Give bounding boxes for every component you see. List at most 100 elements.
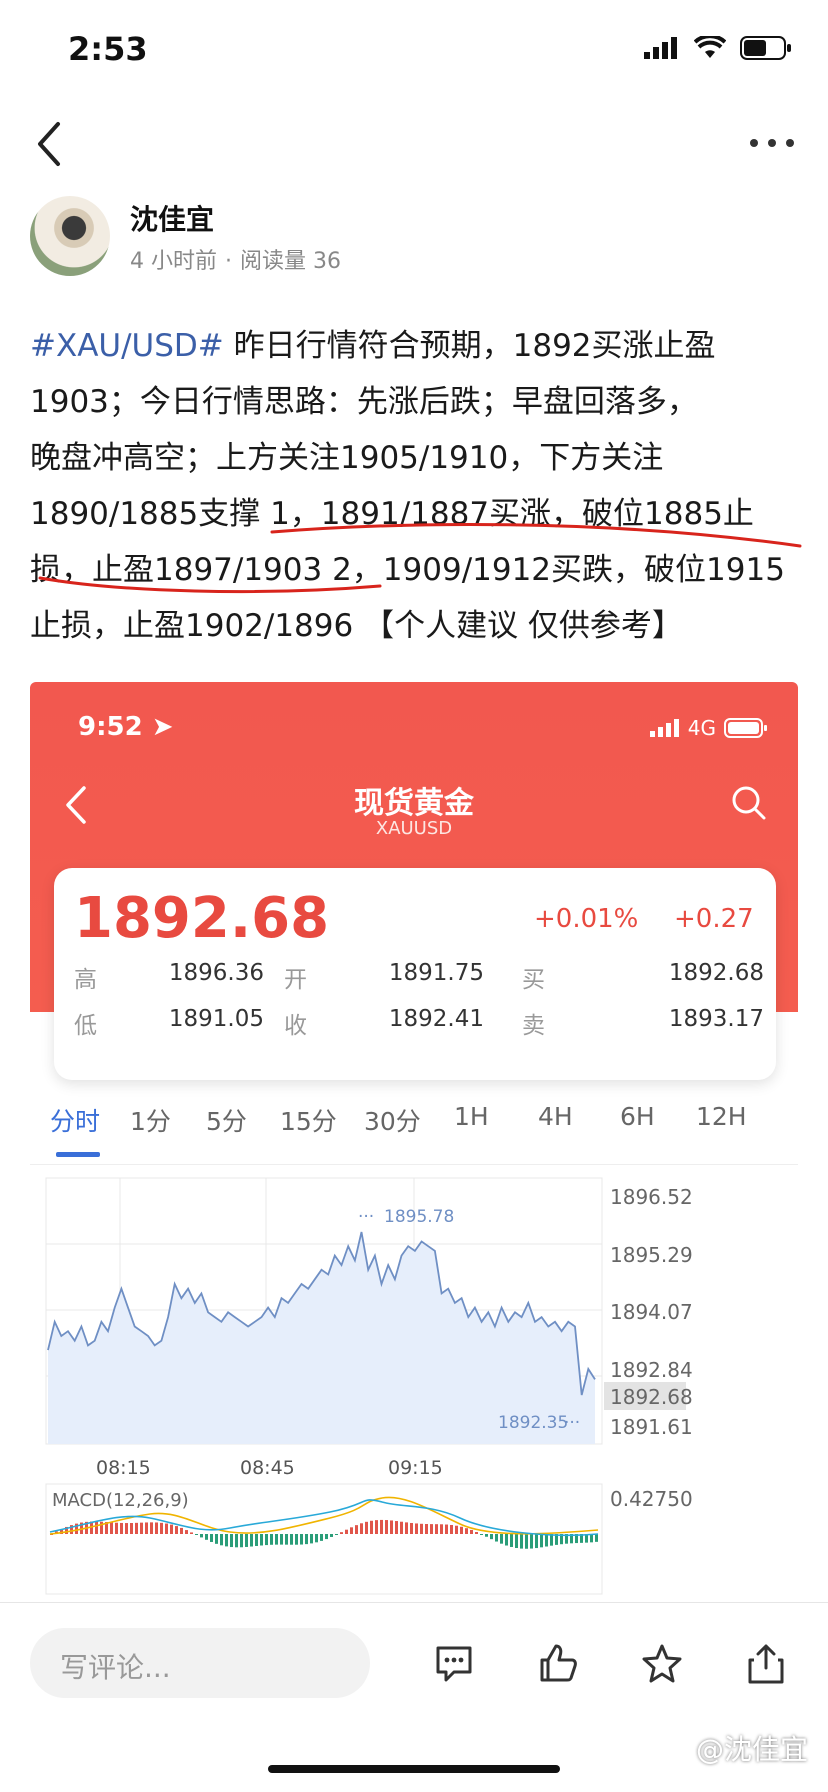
tab-6h[interactable]: 6H (620, 1102, 655, 1131)
macd-bar (95, 1521, 98, 1534)
macd-bar (475, 1532, 478, 1534)
tab-5min[interactable]: 5分 (206, 1102, 247, 1138)
macd-bar (270, 1534, 273, 1545)
macd-bar (350, 1527, 353, 1534)
macd-bar (465, 1528, 468, 1534)
instrument-symbol: XAUUSD (375, 818, 453, 839)
macd-bar (165, 1523, 168, 1534)
y-tick: 1896.52 (610, 1185, 693, 1209)
macd-bar (285, 1534, 288, 1545)
meta-separator: · (225, 249, 232, 274)
timeframe-tabs: 分时 1分 5分 15分 30分 1H 4H 6H 12H (30, 1102, 798, 1165)
macd-bar (195, 1534, 198, 1535)
x-tick: 09:15 (388, 1457, 443, 1479)
open-label: 开 (284, 967, 307, 993)
close-value: 1892.41 (388, 1006, 484, 1032)
battery-icon (740, 36, 791, 60)
share-icon[interactable] (744, 1642, 788, 1686)
back-icon[interactable] (30, 118, 70, 170)
y-tick: 1892.84 (610, 1358, 693, 1382)
macd-bar (460, 1526, 463, 1534)
status-icons (644, 36, 792, 60)
macd-bar (120, 1522, 123, 1534)
macd-bar (415, 1523, 418, 1534)
tab-30min[interactable]: 30分 (364, 1102, 421, 1138)
read-count: 阅读量 36 (240, 249, 341, 274)
macd-bar (240, 1534, 243, 1548)
tab-1min[interactable]: 1分 (130, 1102, 171, 1138)
x-tick: 08:15 (96, 1457, 151, 1479)
macd-bar (510, 1534, 513, 1547)
tab-15min[interactable]: 15分 (280, 1102, 337, 1138)
macd-bar (405, 1522, 408, 1534)
macd-bar (495, 1534, 498, 1542)
high-label: 高 (74, 967, 97, 993)
shot-status-icons: 4G (649, 716, 768, 740)
macd-bar (325, 1534, 328, 1540)
like-icon[interactable] (536, 1642, 580, 1686)
macd-bar (255, 1534, 258, 1546)
comment-icon[interactable] (432, 1642, 476, 1686)
price-chart[interactable]: 1896.52 1895.29 1894.07 1892.84 1891.61 … (30, 1162, 798, 1600)
macd-bar (540, 1534, 543, 1548)
macd-bar (450, 1524, 453, 1534)
macd-bar (545, 1534, 548, 1547)
tab-4h[interactable]: 4H (538, 1102, 573, 1131)
macd-bar (400, 1521, 403, 1534)
hashtag-link[interactable]: #XAU/USD# (30, 328, 224, 364)
macd-bar (525, 1534, 528, 1549)
macd-bar (245, 1534, 248, 1547)
macd-bar (360, 1523, 363, 1534)
post-line: #XAU/USD# 昨日行情符合预期，1892买涨止盈 (30, 328, 716, 364)
x-tick: 08:45 (240, 1457, 295, 1479)
macd-bar (355, 1525, 358, 1534)
post-time: 4 小时前 (130, 249, 217, 274)
tab-12h[interactable]: 12H (696, 1102, 747, 1131)
author-name[interactable]: 沈佳宜 (130, 198, 214, 238)
macd-bar (395, 1521, 398, 1534)
macd-bar (175, 1526, 178, 1534)
macd-bar (300, 1534, 303, 1545)
post-line: 晚盘冲高空；上方关注1905/1910，下方关注 (30, 440, 664, 476)
more-icon[interactable] (746, 128, 798, 158)
close-label: 收 (284, 1013, 307, 1039)
macd-bar (185, 1530, 188, 1534)
macd-bar (190, 1532, 193, 1534)
macd-bar (170, 1524, 173, 1534)
macd-bar (130, 1523, 133, 1534)
macd-bar (470, 1529, 473, 1534)
macd-bar (385, 1520, 388, 1534)
macd-bar (180, 1527, 183, 1534)
bid-value: 1892.68 (668, 960, 764, 986)
quote-screenshot[interactable]: 9:52 ➤ 4G 现货黄金 XAUUSD 1892.68 +0.01% +0.… (30, 682, 798, 1600)
macd-bar (210, 1534, 213, 1542)
home-indicator[interactable] (268, 1765, 560, 1773)
favorite-star-icon[interactable] (640, 1642, 684, 1686)
tab-1h[interactable]: 1H (454, 1102, 489, 1131)
y-tick: 1895.29 (610, 1243, 693, 1267)
comment-input[interactable]: 写评论... (30, 1628, 370, 1698)
status-time: 2:53 (68, 30, 148, 68)
macd-bar (535, 1534, 538, 1549)
network-type: 4G (687, 716, 716, 740)
macd-bar (370, 1520, 373, 1534)
macd-bar (530, 1534, 533, 1549)
last-price: 1892.68 (74, 886, 330, 951)
macd-bar (215, 1534, 218, 1544)
instrument-title: 现货黄金 (354, 786, 474, 821)
change-percent: +0.01% (534, 904, 639, 934)
handwritten-underline (38, 523, 802, 594)
search-icon[interactable] (728, 782, 768, 822)
macd-bar (250, 1534, 253, 1547)
active-tab-indicator (56, 1152, 100, 1157)
bid-label: 买 (522, 967, 545, 993)
macd-bar (380, 1519, 383, 1534)
high-marker: 1895.78 (384, 1207, 454, 1227)
macd-bar (390, 1520, 393, 1534)
macd-bar (430, 1524, 433, 1534)
macd-bar (515, 1534, 518, 1549)
ask-label: 卖 (522, 1013, 545, 1039)
macd-bar (440, 1524, 443, 1534)
avatar[interactable] (30, 196, 110, 276)
tab-intraday[interactable]: 分时 (50, 1102, 100, 1138)
